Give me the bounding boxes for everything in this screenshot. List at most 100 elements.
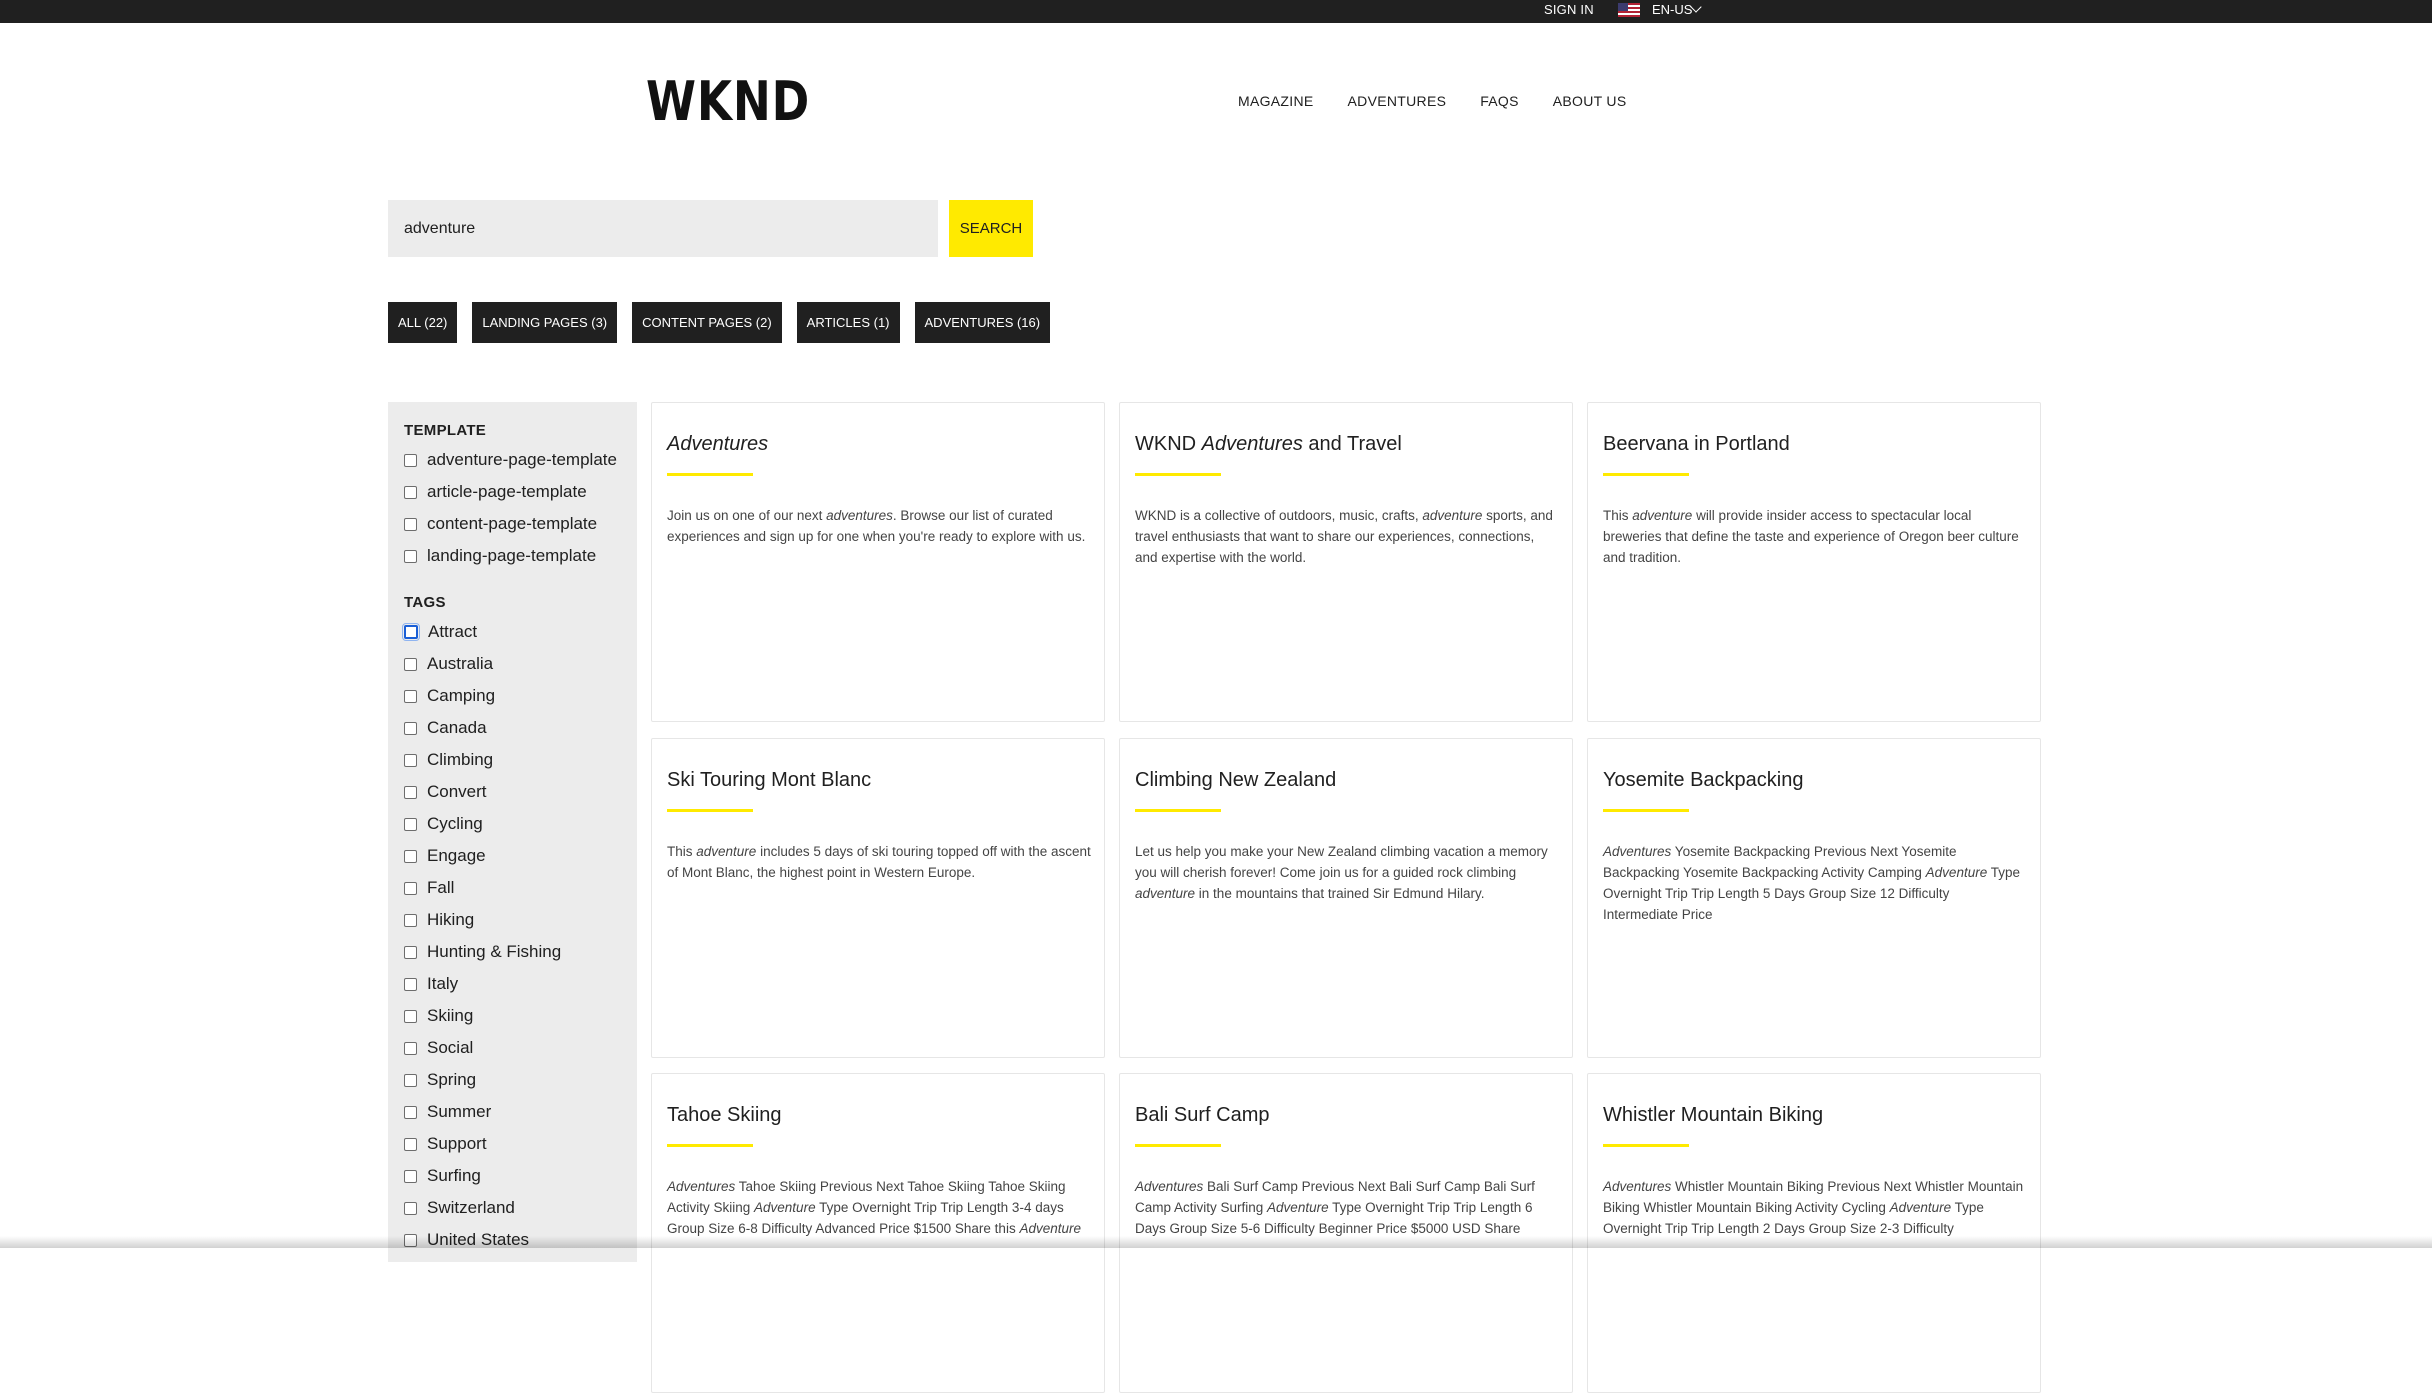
filter-articles[interactable]: ARTICLES (1) [796, 302, 900, 343]
checkbox[interactable] [404, 913, 417, 927]
result-type-filters: ALL (22) LANDING PAGES (3) CONTENT PAGES… [388, 302, 1051, 343]
tag-option[interactable]: Spring [404, 1068, 476, 1092]
template-option[interactable]: landing-page-template [404, 544, 596, 568]
tag-option[interactable]: Support [404, 1132, 487, 1156]
tag-option[interactable]: Engage [404, 844, 486, 868]
result-card[interactable]: Climbing New Zealand Let us help you mak… [1119, 738, 1573, 1058]
tag-option[interactable]: Canada [404, 716, 487, 740]
card-title[interactable]: WKND Adventures and Travel [1135, 433, 1402, 456]
card-description: This adventure includes 5 days of ski to… [667, 844, 1091, 880]
filter-landing-pages[interactable]: LANDING PAGES (3) [472, 302, 618, 343]
checkbox[interactable] [404, 785, 417, 799]
tag-option[interactable]: Camping [404, 684, 495, 708]
tag-option[interactable]: Hiking [404, 908, 474, 932]
card-description: Adventures Whistler Mountain Biking Prev… [1603, 1179, 2024, 1236]
card-description: Adventures Yosemite Backpacking Previous… [1603, 844, 2020, 922]
card-title[interactable]: Yosemite Backpacking [1603, 769, 1804, 792]
tag-option[interactable]: Attract [402, 620, 477, 644]
checkbox[interactable] [402, 623, 420, 641]
card-accent-line [1135, 809, 1221, 812]
window-bottom-edge [0, 1236, 2432, 1248]
checkbox[interactable] [404, 1137, 417, 1151]
template-option[interactable]: content-page-template [404, 512, 597, 536]
card-description: Let us help you make your New Zealand cl… [1135, 844, 1548, 901]
card-title[interactable]: Climbing New Zealand [1135, 769, 1336, 792]
main-navigation: MAGAZINE ADVENTURES FAQS ABOUT US [1238, 93, 1626, 109]
tag-option[interactable]: Climbing [404, 748, 493, 772]
checkbox[interactable] [404, 849, 417, 863]
card-accent-line [1135, 1144, 1221, 1147]
checkbox[interactable] [404, 753, 417, 767]
checkbox[interactable] [404, 1009, 417, 1023]
card-title[interactable]: Adventures [667, 433, 768, 456]
nav-magazine[interactable]: MAGAZINE [1238, 93, 1314, 109]
checkbox[interactable] [404, 1201, 417, 1215]
card-title[interactable]: Whistler Mountain Biking [1603, 1104, 1823, 1127]
search-button[interactable]: SEARCH [949, 200, 1033, 257]
card-title[interactable]: Beervana in Portland [1603, 433, 1790, 456]
tag-option[interactable]: Social [404, 1036, 473, 1060]
card-title[interactable]: Tahoe Skiing [667, 1104, 782, 1127]
result-card[interactable]: Adventures Join us on one of our next ad… [651, 402, 1105, 722]
tag-option[interactable]: Convert [404, 780, 487, 804]
tags-heading: TAGS [404, 594, 446, 611]
result-card[interactable]: Bali Surf Camp Adventures Bali Surf Camp… [1119, 1073, 1573, 1393]
checkbox[interactable] [404, 689, 417, 703]
checkbox[interactable] [404, 977, 417, 991]
checkbox[interactable] [404, 1105, 417, 1119]
card-accent-line [667, 473, 753, 476]
nav-about-us[interactable]: ABOUT US [1553, 93, 1627, 109]
checkbox[interactable] [404, 721, 417, 735]
result-card[interactable]: Beervana in Portland This adventure will… [1587, 402, 2041, 722]
search-input[interactable] [388, 200, 938, 257]
filter-adventures[interactable]: ADVENTURES (16) [914, 302, 1051, 343]
card-description: Adventures Bali Surf Camp Previous Next … [1135, 1179, 1535, 1236]
checkbox[interactable] [404, 485, 417, 499]
checkbox[interactable] [404, 817, 417, 831]
card-accent-line [667, 1144, 753, 1147]
checkbox[interactable] [404, 945, 417, 959]
checkbox[interactable] [404, 549, 417, 563]
tag-option[interactable]: Surfing [404, 1164, 481, 1188]
checkbox[interactable] [404, 1073, 417, 1087]
checkbox[interactable] [404, 1169, 417, 1183]
card-accent-line [667, 809, 753, 812]
card-accent-line [1603, 473, 1689, 476]
filter-content-pages[interactable]: CONTENT PAGES (2) [632, 302, 782, 343]
language-selector[interactable]: EN-US [1652, 0, 1692, 23]
result-card[interactable]: WKND Adventures and Travel WKND is a col… [1119, 402, 1573, 722]
tag-option[interactable]: Australia [404, 652, 493, 676]
tag-option[interactable]: Hunting & Fishing [404, 940, 561, 964]
tag-option[interactable]: Italy [404, 972, 458, 996]
nav-adventures[interactable]: ADVENTURES [1348, 93, 1447, 109]
template-option[interactable]: adventure-page-template [404, 448, 617, 472]
result-card[interactable]: Ski Touring Mont Blanc This adventure in… [651, 738, 1105, 1058]
tag-option[interactable]: Summer [404, 1100, 491, 1124]
tag-option[interactable]: Skiing [404, 1004, 473, 1028]
facet-sidebar: TEMPLATE adventure-page-template article… [388, 402, 637, 1262]
tag-option[interactable]: Fall [404, 876, 454, 900]
top-bar: SIGN IN EN-US [0, 0, 2432, 23]
card-accent-line [1135, 473, 1221, 476]
site-logo[interactable]: WKND [646, 70, 810, 133]
sign-in-link[interactable]: SIGN IN [1544, 0, 1594, 23]
checkbox[interactable] [404, 881, 417, 895]
card-title[interactable]: Ski Touring Mont Blanc [667, 769, 871, 792]
card-description: WKND is a collective of outdoors, music,… [1135, 508, 1553, 565]
checkbox[interactable] [404, 453, 417, 467]
us-flag-icon[interactable] [1618, 3, 1640, 17]
result-card[interactable]: Whistler Mountain Biking Adventures Whis… [1587, 1073, 2041, 1393]
template-option[interactable]: article-page-template [404, 480, 587, 504]
tag-option[interactable]: Cycling [404, 812, 483, 836]
result-card[interactable]: Yosemite Backpacking Adventures Yosemite… [1587, 738, 2041, 1058]
nav-faqs[interactable]: FAQS [1480, 93, 1519, 109]
card-description: Adventures Tahoe Skiing Previous Next Ta… [667, 1179, 1081, 1236]
card-accent-line [1603, 809, 1689, 812]
card-title[interactable]: Bali Surf Camp [1135, 1104, 1270, 1127]
result-card[interactable]: Tahoe Skiing Adventures Tahoe Skiing Pre… [651, 1073, 1105, 1393]
checkbox[interactable] [404, 1041, 417, 1055]
checkbox[interactable] [404, 517, 417, 531]
checkbox[interactable] [404, 657, 417, 671]
filter-all[interactable]: ALL (22) [388, 302, 458, 343]
tag-option[interactable]: Switzerland [404, 1196, 515, 1220]
